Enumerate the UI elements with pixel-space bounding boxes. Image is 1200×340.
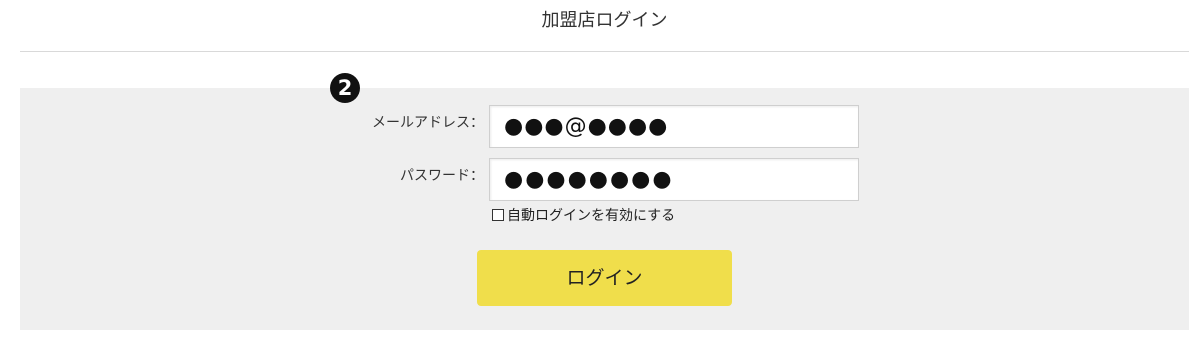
login-page: 加盟店ログイン 2 メールアドレス： パスワード： 自動ログインを有効にする ロ… <box>0 0 1200 340</box>
auto-login-label: 自動ログインを有効にする <box>507 208 676 224</box>
password-label: パスワード： <box>400 168 484 184</box>
step-number-badge: 2 <box>330 73 360 103</box>
page-header: 加盟店ログイン <box>20 0 1189 52</box>
auto-login-checkbox[interactable] <box>492 209 504 221</box>
login-button[interactable]: ログイン <box>477 250 732 306</box>
auto-login-option[interactable]: 自動ログインを有効にする <box>492 205 675 225</box>
email-label: メールアドレス： <box>372 115 484 131</box>
page-title: 加盟店ログイン <box>541 10 668 31</box>
password-input[interactable] <box>489 158 859 201</box>
email-input[interactable] <box>489 105 859 148</box>
